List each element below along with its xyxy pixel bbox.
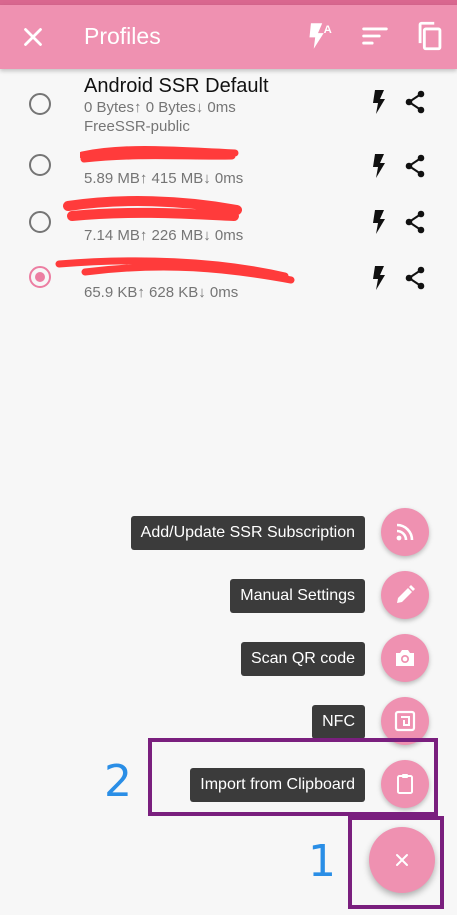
- profile-radio[interactable]: [29, 154, 51, 176]
- profile-row[interactable]: 7.14 MB↑ 226 MB↓ 0ms: [0, 194, 457, 250]
- camera-fab-button[interactable]: [381, 634, 429, 682]
- sort-icon[interactable]: [358, 19, 392, 53]
- flash-auto-icon[interactable]: A: [301, 19, 335, 53]
- page-title: Profiles: [84, 23, 161, 49]
- share-icon[interactable]: [403, 152, 427, 180]
- fab-menu-label[interactable]: Scan QR code: [240, 642, 365, 676]
- profile-row[interactable]: 65.9 KB↑ 628 KB↓ 0ms: [0, 250, 457, 306]
- pencil-fab-button[interactable]: [381, 571, 429, 619]
- pencil-icon: [397, 585, 415, 603]
- fab-menu-label[interactable]: NFC: [312, 705, 365, 739]
- app-bar: Profiles A: [0, 5, 457, 69]
- share-icon[interactable]: [403, 264, 427, 292]
- flash-icon[interactable]: [367, 208, 391, 236]
- annotation-box-fab: [348, 816, 444, 909]
- redaction-scribble: [80, 146, 239, 163]
- fab-menu-label[interactable]: Add/Update SSR Subscription: [130, 516, 365, 550]
- flash-icon[interactable]: [367, 152, 391, 180]
- profile-radio[interactable]: [29, 211, 51, 233]
- profile-stats: 5.89 MB↑ 415 MB↓ 0ms: [84, 170, 244, 187]
- annotation-number: 1: [308, 836, 336, 887]
- annotation-box-clipboard: [148, 738, 438, 816]
- rss-icon: [396, 523, 414, 541]
- profile-name: Android SSR Default: [84, 75, 269, 97]
- camera-icon: [396, 650, 414, 666]
- redaction-scribble: [63, 196, 242, 221]
- copy-icon[interactable]: [413, 19, 447, 53]
- annotation-number: 2: [104, 756, 132, 807]
- share-icon[interactable]: [403, 88, 427, 116]
- profile-group: FreeSSR-public: [84, 118, 190, 135]
- rss-fab-button[interactable]: [381, 508, 429, 556]
- close-icon[interactable]: [18, 22, 48, 52]
- fab-menu-item-scan-qr[interactable]: Scan QR code: [169, 634, 429, 684]
- profile-radio[interactable]: [29, 93, 51, 115]
- flash-icon[interactable]: [367, 88, 391, 116]
- svg-text:A: A: [324, 24, 332, 36]
- fab-menu-item-manual[interactable]: Manual Settings: [169, 571, 429, 621]
- flash-icon[interactable]: [367, 264, 391, 292]
- share-icon[interactable]: [403, 208, 427, 236]
- nfc-icon: [394, 710, 416, 732]
- redaction-scribble: [55, 257, 295, 284]
- fab-menu-item-subscription[interactable]: Add/Update SSR Subscription: [109, 508, 429, 558]
- profile-stats: 0 Bytes↑ 0 Bytes↓ 0ms: [84, 99, 236, 116]
- fab-menu-label[interactable]: Manual Settings: [230, 579, 365, 613]
- profile-row[interactable]: 5.89 MB↑ 415 MB↓ 0ms: [0, 137, 457, 193]
- profile-row[interactable]: Android SSR Default 0 Bytes↑ 0 Bytes↓ 0m…: [0, 74, 457, 135]
- profile-stats: 65.9 KB↑ 628 KB↓ 0ms: [84, 284, 239, 301]
- profile-stats: 7.14 MB↑ 226 MB↓ 0ms: [84, 227, 244, 244]
- profile-radio-selected[interactable]: [29, 266, 51, 288]
